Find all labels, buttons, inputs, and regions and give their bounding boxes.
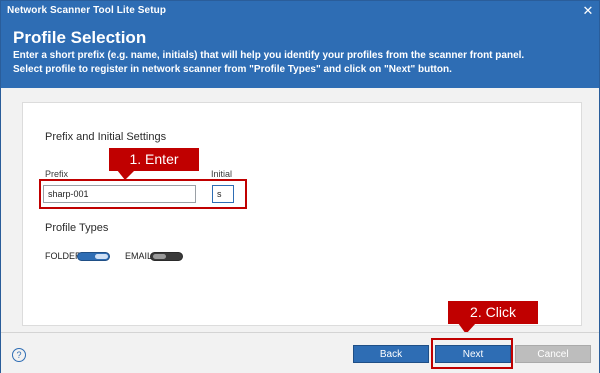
prefix-section-title: Prefix and Initial Settings [45,131,167,143]
close-icon[interactable]: ✕ [580,3,596,19]
profile-types-title: Profile Types [45,222,109,234]
content-area: Prefix and Initial Settings Prefix Initi… [1,88,599,334]
window-title: Network Scanner Tool Lite Setup [7,5,167,16]
step2-callout-text: 2. Click [470,304,516,320]
folder-toggle[interactable] [77,252,110,261]
back-button[interactable]: Back [353,345,429,363]
settings-panel: Prefix and Initial Settings Prefix Initi… [22,102,582,326]
step2-callout: 2. Click [448,301,538,334]
description-line-1: Enter a short prefix (e.g. name, initial… [13,50,525,61]
prefix-label: Prefix [45,169,69,179]
step1-highlight-box [39,179,247,209]
folder-toggle-knob [95,254,108,259]
step1-callout: 1. Enter [109,148,199,180]
email-label: EMAIL [125,251,153,261]
setup-window: Network Scanner Tool Lite Setup ✕ Profil… [0,0,600,373]
page-header: Profile Selection Enter a short prefix (… [1,21,599,88]
email-toggle[interactable] [150,252,183,261]
initial-label: Initial [211,169,233,179]
cancel-button[interactable]: Cancel [515,345,591,363]
title-bar: Network Scanner Tool Lite Setup ✕ [1,1,599,21]
step1-callout-tail [117,170,135,180]
page-title: Profile Selection [13,28,147,47]
step1-callout-text: 1. Enter [129,151,179,167]
step2-highlight-box [431,338,513,369]
description-line-2: Select profile to register in network sc… [13,64,452,75]
email-toggle-knob [153,254,166,259]
help-icon[interactable]: ? [12,348,26,362]
